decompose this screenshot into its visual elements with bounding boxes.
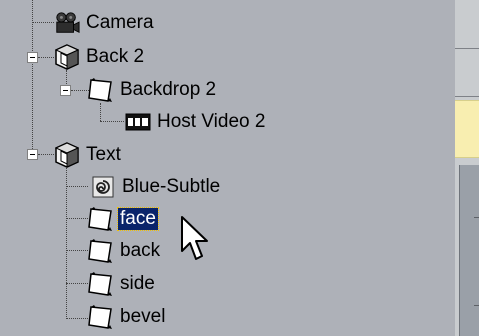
tree-item-label: Camera — [86, 12, 154, 33]
tree-item-label: back — [120, 240, 161, 261]
track-marker — [474, 217, 479, 218]
tree-item-label: Blue-Subtle — [122, 176, 221, 197]
layer-cube-icon — [54, 142, 80, 168]
tree-item-bevel[interactable]: bevel — [88, 302, 167, 332]
mouse-pointer-icon — [180, 215, 210, 263]
panel-divider — [455, 96, 479, 97]
collapse-backdrop-2-toggle[interactable] — [60, 85, 71, 96]
tree-connector — [66, 283, 88, 284]
camera-icon — [54, 10, 80, 36]
tree-item-back[interactable]: back — [88, 236, 162, 266]
tree-connector — [32, 22, 54, 23]
tree-item-face[interactable]: face — [88, 204, 159, 234]
backdrop-icon — [88, 238, 114, 264]
tree-connector — [38, 154, 54, 155]
film-strip-icon — [125, 109, 151, 135]
collapse-back-2-toggle[interactable] — [27, 52, 38, 63]
tree-connector — [100, 103, 101, 121]
track-area — [459, 165, 479, 336]
tree-item-backdrop-2[interactable]: Backdrop 2 — [88, 75, 218, 105]
tree-item-host-video-2[interactable]: Host Video 2 — [125, 107, 267, 137]
tree-item-blue-subtle[interactable]: Blue-Subtle — [90, 172, 222, 202]
collapse-text-toggle[interactable] — [27, 149, 38, 160]
backdrop-icon — [88, 271, 114, 297]
highlight-band — [455, 100, 479, 158]
tree-item-label: Back 2 — [86, 46, 145, 67]
tree-item-label: side — [120, 273, 155, 294]
backdrop-icon — [88, 304, 114, 330]
tree-connector — [66, 218, 88, 219]
tree-item-label: Backdrop 2 — [120, 79, 217, 100]
tree-connector — [100, 121, 124, 122]
tree-item-side[interactable]: side — [88, 269, 157, 299]
swirl-material-icon — [90, 174, 116, 200]
tree-connector — [66, 250, 88, 251]
tree-connector — [66, 186, 88, 187]
scene-tree-panel: Camera Back 2 Backdrop 2 Host Video 2 Te… — [0, 0, 456, 336]
tree-connector — [66, 318, 88, 319]
tree-item-back-2[interactable]: Back 2 — [54, 42, 146, 72]
tree-item-text[interactable]: Text — [54, 140, 123, 170]
tree-connector — [32, 0, 33, 155]
backdrop-icon — [88, 77, 114, 103]
panel-divider — [455, 48, 479, 49]
tree-connector — [71, 90, 89, 91]
tree-item-label: bevel — [120, 306, 166, 327]
tree-item-camera[interactable]: Camera — [54, 8, 156, 38]
tree-connector — [38, 57, 54, 58]
layer-cube-icon — [54, 44, 80, 70]
backdrop-icon — [88, 206, 114, 232]
track-marker — [474, 305, 479, 306]
tree-item-label: Host Video 2 — [157, 111, 266, 132]
tree-item-label: Text — [86, 144, 121, 165]
adjacent-panel-edge — [455, 0, 479, 336]
tree-connector — [66, 168, 67, 319]
tree-item-label: face — [117, 207, 159, 231]
